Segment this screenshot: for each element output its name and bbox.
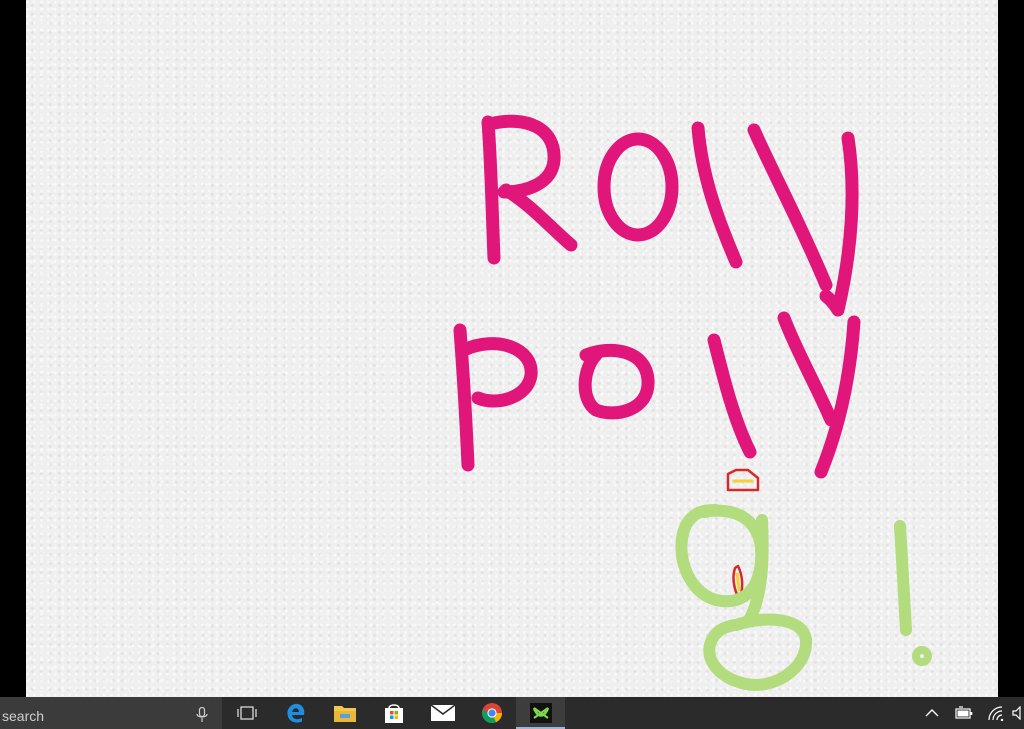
battery-button[interactable] <box>948 697 980 729</box>
volume-button[interactable] <box>1012 697 1024 729</box>
paint-app-icon <box>529 703 552 723</box>
chrome-icon <box>481 703 502 724</box>
battery-icon <box>955 706 973 719</box>
folder-icon <box>333 706 356 722</box>
file-explorer-button[interactable] <box>320 697 369 729</box>
show-hidden-icons-button[interactable] <box>916 697 948 729</box>
mail-button[interactable] <box>418 697 467 729</box>
ink-exclamation <box>894 520 932 666</box>
paint-app-button[interactable] <box>516 697 565 729</box>
ink-letter-g <box>675 504 812 691</box>
wifi-icon <box>988 706 1004 721</box>
chevron-up-icon <box>925 709 939 717</box>
ink-letter-p <box>453 323 538 472</box>
taskbar: search <box>0 697 1024 729</box>
edge-button[interactable] <box>271 697 320 729</box>
ink-letter-y <box>747 123 859 317</box>
ink-letter-o <box>597 132 679 242</box>
task-view-button[interactable] <box>222 697 271 729</box>
ink-letter-o2 <box>578 343 655 420</box>
task-view-icon <box>236 706 257 720</box>
mail-icon <box>430 704 455 721</box>
drawing-canvas[interactable]: Roly poly g! <box>26 0 998 697</box>
store-button[interactable] <box>369 697 418 729</box>
ink-letter-l2 <box>707 333 757 459</box>
microphone-icon[interactable] <box>196 707 208 723</box>
system-tray <box>916 697 1024 729</box>
taskbar-search-box[interactable]: search <box>0 697 222 729</box>
edge-icon <box>286 703 304 723</box>
search-text: search <box>2 708 45 724</box>
network-button[interactable] <box>980 697 1012 729</box>
ink-letter-y2 <box>777 311 861 479</box>
ink-layer <box>453 114 932 691</box>
ink-letter-l <box>691 121 743 269</box>
ink-letter-r <box>481 114 578 265</box>
chrome-button[interactable] <box>467 697 516 729</box>
store-icon <box>384 704 403 723</box>
volume-icon <box>1012 706 1021 720</box>
